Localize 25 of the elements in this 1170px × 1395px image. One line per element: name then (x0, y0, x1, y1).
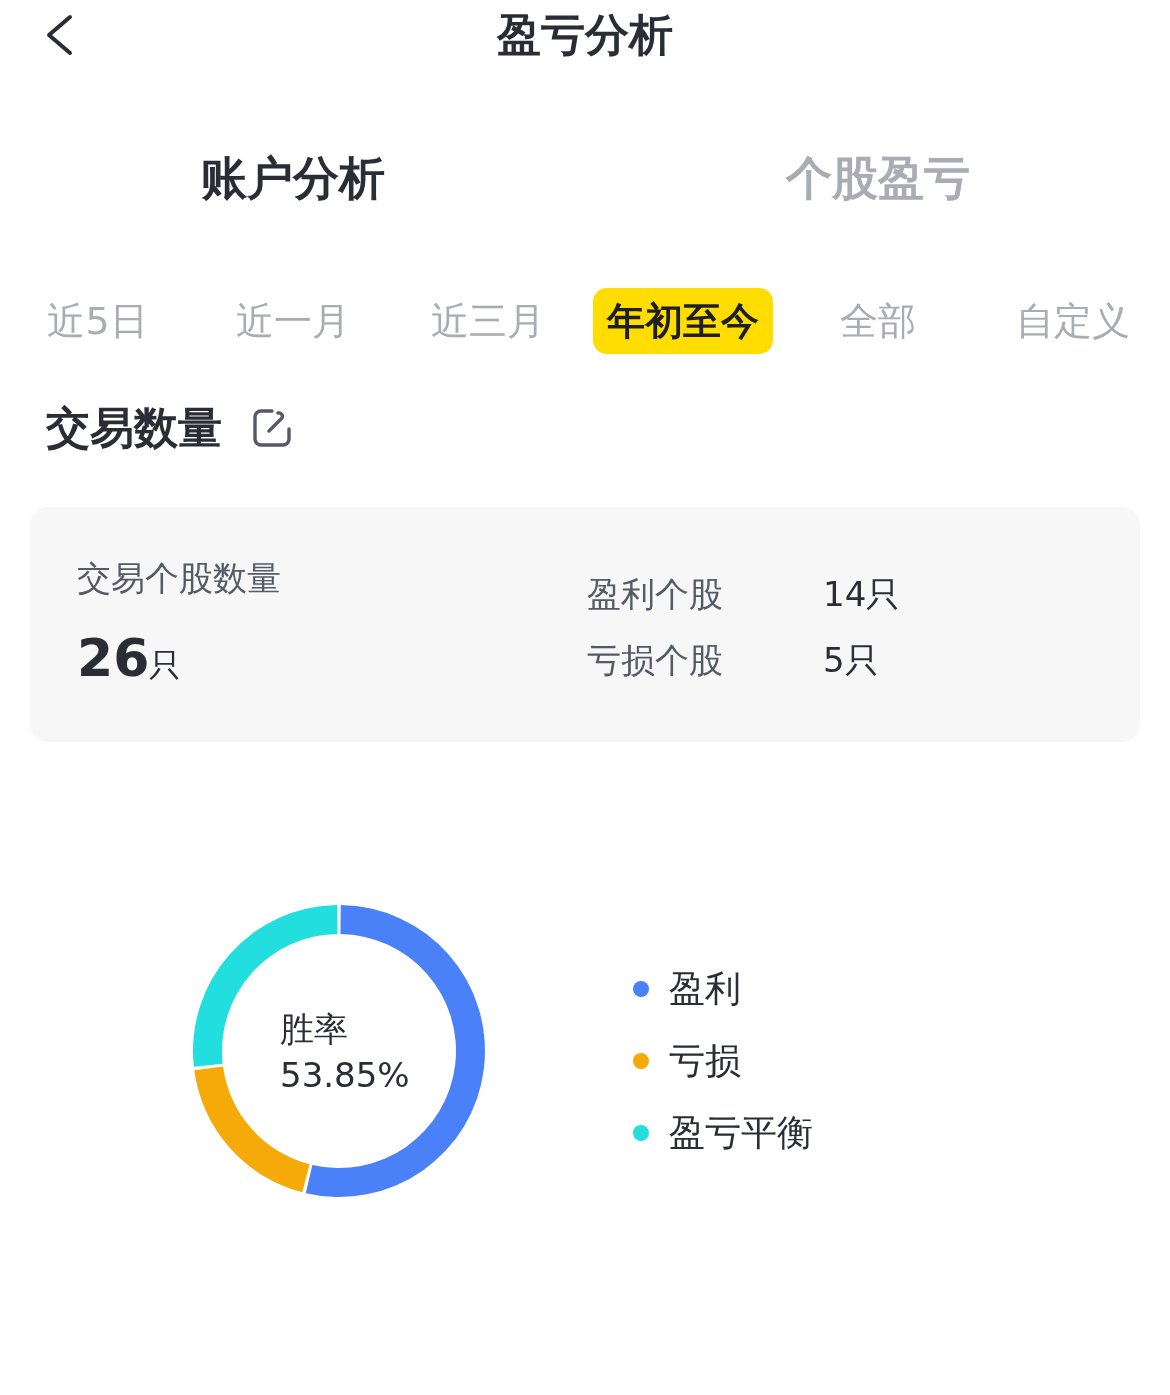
period-chip[interactable]: 近一月 (221, 288, 364, 354)
edit-icon (252, 408, 292, 448)
legend-label: 盈亏平衡 (669, 1111, 813, 1155)
tab[interactable]: 个股盈亏 (785, 146, 970, 210)
page-title: 盈亏分析 (497, 8, 673, 62)
period-chip[interactable]: 近5日 (33, 288, 162, 354)
stat-label: 盈利个股 (587, 573, 724, 616)
period-chip[interactable]: 年初至今 (592, 288, 773, 354)
period-chip[interactable]: 全部 (825, 288, 930, 354)
edit-button[interactable] (252, 408, 292, 448)
section-title: 交易数量 (46, 401, 222, 455)
total-label: 交易个股数量 (77, 557, 282, 600)
win-rate-value: 53.85% (280, 1054, 410, 1097)
legend-label: 盈利 (669, 967, 741, 1011)
period-chip[interactable]: 近三月 (416, 288, 559, 354)
win-rate-label: 胜率 (280, 1008, 349, 1051)
stat-label: 亏损个股 (587, 639, 724, 682)
back-icon (45, 14, 73, 56)
total-unit: 只 (149, 645, 182, 685)
stat-value: 5只 (823, 639, 880, 682)
total-value: 26 (77, 627, 150, 690)
legend-label: 亏损 (669, 1039, 741, 1083)
period-chip[interactable]: 自定义 (1001, 288, 1144, 354)
stat-value: 14只 (823, 573, 902, 616)
tab[interactable]: 账户分析 (200, 146, 385, 210)
